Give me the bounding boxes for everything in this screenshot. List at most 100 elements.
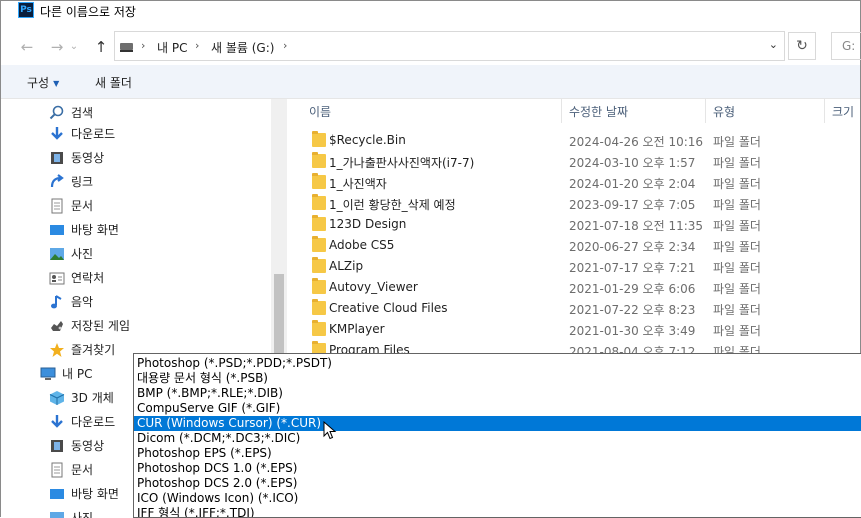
photoshop-app-icon: Ps <box>18 2 34 18</box>
table-row[interactable]: KMPlayer 2021-01-30 오후 3:49 파일 폴더 <box>288 319 860 340</box>
file-type: 파일 폴더 <box>713 177 761 191</box>
format-option[interactable]: Photoshop DCS 2.0 (*.EPS) <box>134 476 861 491</box>
table-row[interactable]: Adobe CS5 2020-06-27 오후 2:34 파일 폴더 <box>288 235 860 256</box>
drive-icon <box>120 43 133 52</box>
address-history-chevron-icon[interactable]: ⌄ <box>769 38 778 51</box>
document-icon <box>51 462 63 478</box>
column-divider[interactable] <box>705 99 706 123</box>
sidebar-item-downloads[interactable]: 다운로드 <box>49 122 287 146</box>
folder-icon <box>312 320 326 336</box>
file-name: KMPlayer <box>329 322 385 336</box>
contacts-icon <box>49 272 65 285</box>
file-date: 2023-09-17 오후 7:05 <box>569 198 696 212</box>
format-option[interactable]: BMP (*.BMP;*.RLE;*.DIB) <box>134 386 861 401</box>
sidebar-item-label: 연락처 <box>71 271 105 285</box>
folder-icon <box>312 131 326 147</box>
new-folder-button[interactable]: 새 폴더 <box>95 74 132 91</box>
sidebar-item-saved-games[interactable]: 저장된 게임 <box>49 314 287 338</box>
sidebar-item-music[interactable]: 음악 <box>49 290 287 314</box>
sidebar-item-documents[interactable]: 문서 <box>49 194 287 218</box>
desktop-icon <box>50 225 64 235</box>
table-row[interactable]: 1_가나출판사사진액자(i7-7) 2024-03-10 오후 1:57 파일 폴더 <box>288 151 860 172</box>
recent-locations-chevron-icon[interactable]: ⌄ <box>67 37 81 57</box>
sidebar-item-label: 다운로드 <box>71 127 116 141</box>
format-option[interactable]: Photoshop (*.PSD;*.PDD;*.PSDT) <box>134 356 861 371</box>
favorites-icon <box>50 343 64 357</box>
sidebar-item-label: 검색 <box>71 106 94 120</box>
table-row[interactable]: Creative Cloud Files 2021-07-22 오후 8:23 파일… <box>288 298 860 319</box>
music-icon <box>51 295 62 309</box>
column-header-name[interactable]: 이름 <box>309 103 331 120</box>
desktop-icon <box>50 489 64 499</box>
format-option[interactable]: CompuServe GIF (*.GIF) <box>134 401 861 416</box>
folder-icon <box>312 173 326 189</box>
navigation-bar: ← → ⌄ ↑ › 내 PC › 새 볼륨 (G:) › ⌄ ↻ G: <box>1 31 861 63</box>
pictures-icon <box>50 248 64 260</box>
forward-arrow-icon[interactable]: → <box>47 37 67 57</box>
file-type: 파일 폴더 <box>713 303 761 317</box>
video-icon <box>51 152 63 164</box>
table-row[interactable]: 1_이런 황당한_삭제 예정 2023-09-17 오후 7:05 파일 폴더 <box>288 193 860 214</box>
sort-ascending-icon: ⌃ <box>428 99 436 105</box>
file-type: 파일 폴더 <box>713 282 761 296</box>
format-option[interactable]: Photoshop EPS (*.EPS) <box>134 446 861 461</box>
saved-games-icon <box>51 321 63 331</box>
table-row[interactable]: 1_사진액자 2024-01-20 오후 2:04 파일 폴더 <box>288 172 860 193</box>
table-row[interactable]: Autovy_Viewer 2021-01-29 오후 6:06 파일 폴더 <box>288 277 860 298</box>
file-date: 2021-01-30 오후 3:49 <box>569 324 696 338</box>
sidebar-item-pictures[interactable]: 사진 <box>49 242 287 266</box>
folder-icon <box>312 236 326 252</box>
download-icon <box>51 127 63 140</box>
sidebar-item-desktop[interactable]: 바탕 화면 <box>49 218 287 242</box>
link-icon <box>50 174 64 188</box>
download-icon <box>51 415 63 428</box>
breadcrumb-drive-g[interactable]: 새 볼륨 (G:) <box>211 39 274 56</box>
format-option[interactable]: Photoshop DCS 1.0 (*.EPS) <box>134 461 861 476</box>
sidebar-item-label: 사진 <box>71 247 94 261</box>
organize-button[interactable]: 구성 ▼ <box>27 74 59 91</box>
table-row[interactable]: $Recycle.Bin 2024-04-26 오전 10:16 파일 폴더 <box>288 130 860 151</box>
column-header-date-modified[interactable]: 수정한 날짜 <box>569 103 628 120</box>
column-divider[interactable] <box>561 99 562 123</box>
refresh-icon[interactable]: ↻ <box>788 32 816 60</box>
sidebar-item-contacts[interactable]: 연락처 <box>49 266 287 290</box>
format-option[interactable]: 대용량 문서 형식 (*.PSB) <box>134 371 861 386</box>
file-format-dropdown-list[interactable]: Photoshop (*.PSD;*.PDD;*.PSDT) 대용량 문서 형식… <box>133 353 861 518</box>
table-row[interactable]: 123D Design 2021-07-18 오전 11:35 파일 폴더 <box>288 214 860 235</box>
column-header-type[interactable]: 유형 <box>713 103 735 120</box>
file-name: 1_가나출판사사진액자(i7-7) <box>329 156 475 170</box>
format-option[interactable]: Dicom (*.DCM;*.DC3;*.DIC) <box>134 431 861 446</box>
sidebar-item-label: 문서 <box>71 199 94 213</box>
format-option-selected[interactable]: CUR (Windows Cursor) (*.CUR) <box>134 416 861 431</box>
format-option[interactable]: ICO (Windows Icon) (*.ICO) <box>134 491 861 506</box>
folder-icon <box>312 299 326 315</box>
document-icon <box>51 198 63 214</box>
sidebar-item-videos[interactable]: 동영상 <box>49 146 287 170</box>
up-arrow-icon[interactable]: ↑ <box>91 37 111 57</box>
sidebar-item-label: 링크 <box>71 175 94 189</box>
file-name: Creative Cloud Files <box>329 301 448 315</box>
file-date: 2024-04-26 오전 10:16 <box>569 135 704 149</box>
sidebar-item-label: 즐겨찾기 <box>71 343 116 357</box>
format-option[interactable]: IFF 형식 (*.IFF;*.TDI) <box>134 506 861 517</box>
breadcrumb-my-pc[interactable]: 내 PC <box>157 39 187 56</box>
scrollbar-thumb[interactable] <box>274 274 284 354</box>
file-name: $Recycle.Bin <box>329 133 406 147</box>
organize-label: 구성 <box>27 76 50 90</box>
back-arrow-icon[interactable]: ← <box>17 37 37 57</box>
caret-down-icon: ▼ <box>53 79 60 88</box>
column-header-size[interactable]: 크기 <box>832 103 854 120</box>
search-input[interactable]: G: <box>831 32 861 60</box>
table-row[interactable]: ALZip 2021-07-17 오후 7:21 파일 폴더 <box>288 256 860 277</box>
breadcrumb-separator-icon: › <box>283 39 288 52</box>
file-type: 파일 폴더 <box>713 156 761 170</box>
column-divider[interactable] <box>824 99 825 123</box>
sidebar-item-label: 저장된 게임 <box>71 319 131 333</box>
folder-icon <box>312 278 326 294</box>
search-icon <box>49 105 64 120</box>
file-date: 2024-03-10 오후 1:57 <box>569 156 696 170</box>
file-name: 1_이런 황당한_삭제 예정 <box>329 198 456 212</box>
sidebar-item-links[interactable]: 링크 <box>49 170 287 194</box>
address-bar[interactable]: › 내 PC › 새 볼륨 (G:) › ⌄ <box>114 31 785 61</box>
file-name: Autovy_Viewer <box>329 280 418 294</box>
